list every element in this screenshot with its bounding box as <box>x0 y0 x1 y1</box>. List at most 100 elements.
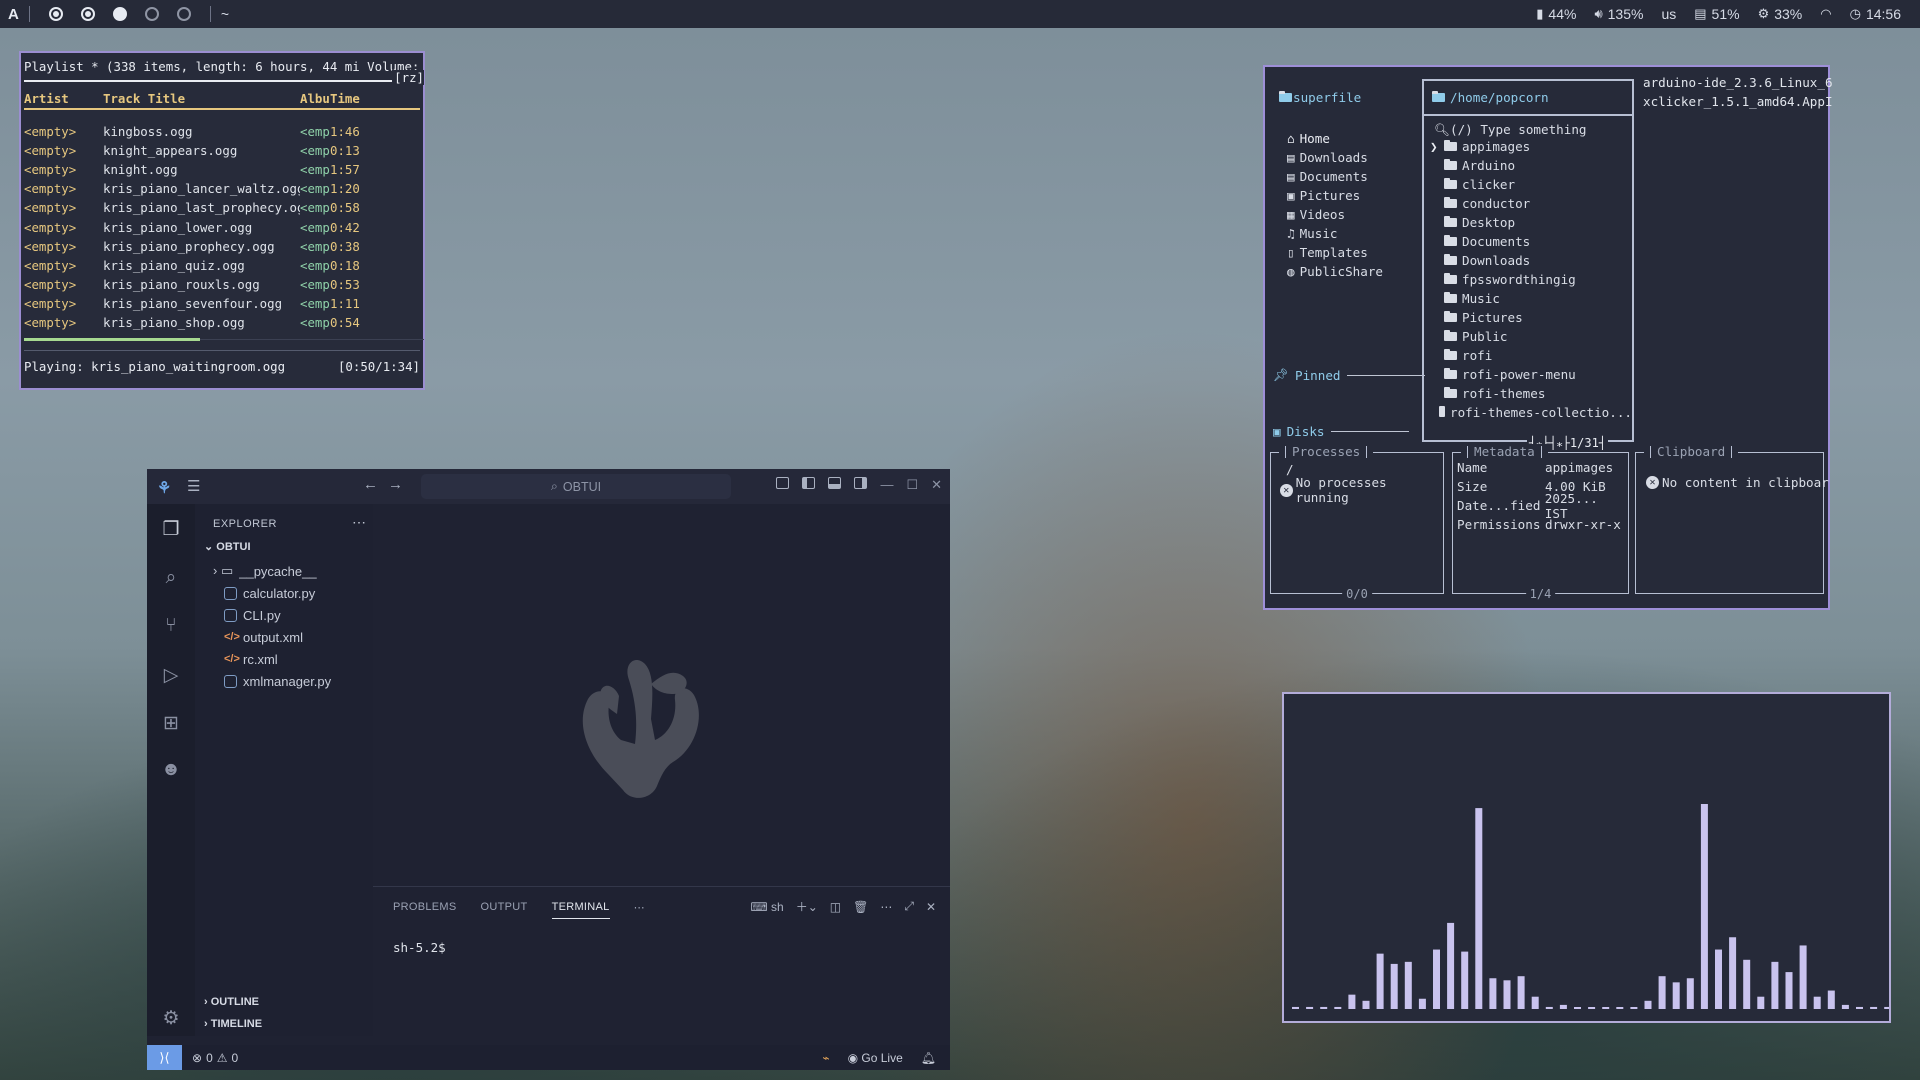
playlist-row[interactable]: <empty> knight.ogg <emp 1:57 <box>24 160 420 179</box>
file-item[interactable]: rofi <box>1424 346 1632 365</box>
file-item[interactable]: Public <box>1424 327 1632 346</box>
close-icon[interactable]: ✕ <box>931 477 942 493</box>
outline-section[interactable]: › OUTLINE <box>204 996 259 1008</box>
minimize-icon[interactable]: — <box>880 477 893 493</box>
file-item[interactable]: rofi-power-menu <box>1424 365 1632 384</box>
source-control-icon[interactable]: ⑂ <box>159 614 183 638</box>
maximize-panel-icon[interactable]: ⤢ <box>904 899 914 914</box>
column-album[interactable]: Albu <box>300 91 330 106</box>
wifi-indicator[interactable]: ◠ <box>1811 6 1840 22</box>
file-item[interactable]: </> rc.xml <box>195 648 373 670</box>
playlist-row[interactable]: <empty> kris_piano_quiz.ogg <emp 0:18 <box>24 256 420 275</box>
workspace-4[interactable] <box>144 7 159 21</box>
cpu-indicator[interactable]: ⚙ 33% <box>1749 6 1812 22</box>
playlist-row[interactable]: <empty> kris_piano_lower.ogg <emp 0:42 <box>24 217 420 236</box>
file-item[interactable]: Arduino <box>1424 156 1632 175</box>
copilot-icon[interactable]: ☻ <box>159 758 183 782</box>
file-item[interactable]: rofi-themes <box>1424 384 1632 403</box>
file-item[interactable]: Pictures <box>1424 308 1632 327</box>
file-item[interactable]: Music <box>1424 289 1632 308</box>
more-actions-icon[interactable]: ⋯ <box>880 900 892 914</box>
column-track[interactable]: Track Title <box>103 91 300 106</box>
extensions-icon[interactable]: ⊞ <box>159 711 183 735</box>
playlist-row[interactable]: <empty> kris_piano_rouxls.ogg <emp 0:53 <box>24 275 420 294</box>
customize-layout-icon[interactable] <box>776 477 790 489</box>
volume-indicator[interactable]: 🔊︎ 135% <box>1585 6 1652 22</box>
tab-terminal[interactable]: TERMINAL <box>551 901 610 919</box>
playlist-row[interactable]: <empty> kingboss.ogg <emp 1:46 <box>24 122 420 141</box>
file-item[interactable]: conductor <box>1424 194 1632 213</box>
sidebar-item-downloads[interactable]: ▤ Downloads <box>1287 148 1383 167</box>
file-item[interactable]: Documents <box>1424 232 1632 251</box>
back-arrow-icon[interactable]: ← <box>363 476 388 493</box>
editor-area[interactable] <box>373 504 950 886</box>
split-terminal-icon[interactable]: ◫ <box>830 900 841 914</box>
close-panel-icon[interactable]: ✕ <box>926 900 936 914</box>
search-icon[interactable]: ⌕ <box>159 566 183 590</box>
forward-arrow-icon[interactable]: → <box>388 476 413 493</box>
playlist-row[interactable]: <empty> kris_piano_lancer_waltz.ogg <emp 1:… <box>24 179 420 198</box>
terminal-shell-selector[interactable]: ⌨ sh <box>750 900 783 914</box>
file-item[interactable]: Desktop <box>1424 213 1632 232</box>
file-item[interactable]: Downloads <box>1424 251 1632 270</box>
tab-problems[interactable]: PROBLEMS <box>393 901 457 919</box>
memory-indicator[interactable]: ▤ 51% <box>1685 6 1748 22</box>
maximize-icon[interactable]: ☐ <box>906 477 918 493</box>
sidebar-item-documents[interactable]: ▤ Documents <box>1287 167 1383 186</box>
timeline-section[interactable]: › TIMELINE <box>204 1018 262 1030</box>
file-item[interactable]: clicker <box>1424 175 1632 194</box>
file-item[interactable]: rofi-themes-collectio... <box>1424 403 1632 422</box>
copilot-status-icon[interactable]: ⌁ <box>822 1051 829 1065</box>
new-terminal-icon[interactable]: ＋⌄ <box>796 898 818 915</box>
file-item[interactable]: CLI.py <box>195 604 373 626</box>
sidebar-item-pictures[interactable]: ▣ Pictures <box>1287 186 1383 205</box>
tab-output[interactable]: OUTPUT <box>481 901 528 919</box>
playlist-row[interactable]: <empty> knight_appears.ogg <emp 0:13 <box>24 141 420 160</box>
file-item[interactable]: xclicker_1.5.1_amd64.AppI <box>1637 92 1832 111</box>
problems-indicator[interactable]: ⊗ 0 ⚠ 0 <box>192 1051 238 1065</box>
file-item[interactable]: xmlmanager.py <box>195 670 373 692</box>
file-item[interactable]: ❯ appimages <box>1424 137 1632 156</box>
remote-indicator-icon[interactable]: ⟩⟨ <box>147 1045 182 1070</box>
go-live-button[interactable]: ◉ Go Live <box>848 1051 903 1065</box>
workspace-2[interactable] <box>80 7 95 21</box>
workspace-1[interactable] <box>48 7 63 21</box>
playlist-row[interactable]: <empty> kris_piano_prophecy.ogg <emp 0:38 <box>24 237 420 256</box>
more-tabs-icon[interactable]: ⋯ <box>634 901 645 919</box>
clock[interactable]: ◷ 14:56 <box>1841 6 1910 22</box>
search-input[interactable]: 🔍︎(/) Type something <box>1424 116 1632 137</box>
column-time[interactable]: Time <box>330 91 370 106</box>
settings-gear-icon[interactable]: ⚙ <box>159 1006 183 1030</box>
notifications-bell-icon[interactable]: 🔔︎ <box>921 1051 936 1065</box>
terminal-prompt[interactable]: sh-5.2$ <box>393 940 446 955</box>
playlist-row[interactable]: <empty> kris_piano_sevenfour.ogg <emp 1:11 <box>24 294 420 313</box>
folder-item[interactable]: › ▭ __pycache__ <box>195 560 373 582</box>
file-item[interactable]: </> output.xml <box>195 626 373 648</box>
playlist-row[interactable]: <empty> kris_piano_last_prophecy.og <emp 0:… <box>24 198 420 217</box>
file-item[interactable]: arduino-ide_2.3.6_Linux_6 <box>1637 73 1832 92</box>
playlist-row[interactable]: <empty> kris_piano_shop.ogg <emp 0:54 <box>24 313 420 332</box>
run-debug-icon[interactable]: ▷ <box>159 663 183 687</box>
launcher-icon[interactable]: A <box>8 6 19 23</box>
battery-indicator[interactable]: ▮ 44% <box>1527 6 1585 22</box>
file-item[interactable]: fpsswordthingig <box>1424 270 1632 289</box>
workspace-3[interactable] <box>112 7 127 21</box>
hamburger-menu-icon[interactable]: ☰ <box>187 477 200 495</box>
sidebar-item-home[interactable]: ⌂ Home <box>1287 129 1383 148</box>
more-actions-icon[interactable]: ⋯ <box>352 514 366 531</box>
sidebar-item-templates[interactable]: ▯ Templates <box>1287 243 1383 262</box>
sidebar-item-publicshare[interactable]: ◍ PublicShare <box>1287 262 1383 281</box>
trash-icon[interactable]: 🗑︎ <box>853 900 868 914</box>
command-center[interactable]: ⌕ OBTUI <box>421 474 731 499</box>
workspace-folder[interactable]: ⌄ OBTUI <box>204 540 251 553</box>
explorer-icon[interactable]: ❐ <box>159 517 183 541</box>
toggle-sidebar-icon[interactable] <box>802 477 816 489</box>
workspace-5[interactable] <box>176 7 191 21</box>
toggle-secondary-sidebar-icon[interactable] <box>854 477 868 489</box>
sidebar-item-music[interactable]: ♫ Music <box>1287 224 1383 243</box>
file-item[interactable]: calculator.py <box>195 582 373 604</box>
toggle-panel-icon[interactable] <box>828 477 842 489</box>
keyboard-layout[interactable]: us <box>1652 6 1685 22</box>
sidebar-item-videos[interactable]: ▦ Videos <box>1287 205 1383 224</box>
playback-progress[interactable] <box>24 336 424 344</box>
